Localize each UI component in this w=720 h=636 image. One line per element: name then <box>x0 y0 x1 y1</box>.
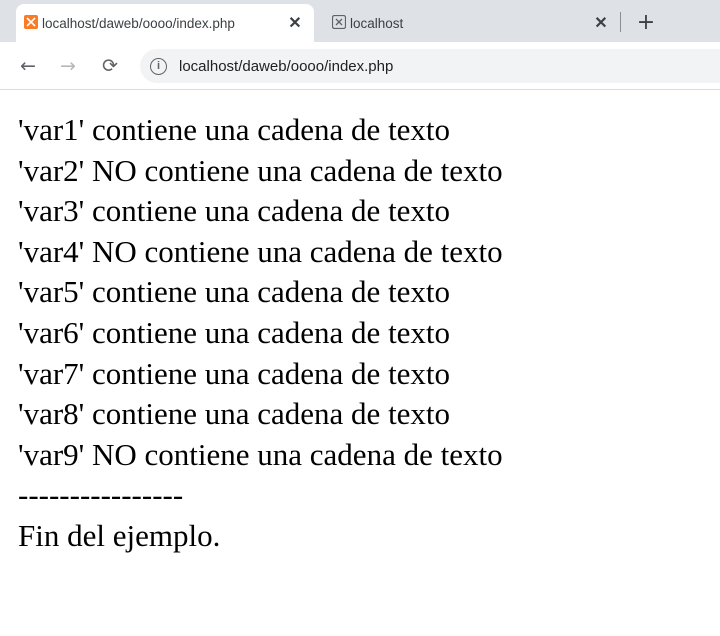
output-line: 'var3' contiene una cadena de texto <box>18 193 451 229</box>
tab-title: localhost <box>350 15 404 31</box>
output-line: 'var5' contiene una cadena de texto <box>18 274 451 310</box>
output-line: 'var9' NO contiene una cadena de texto <box>18 436 503 472</box>
tab-strip: localhost/daweb/oooo/index.php ✕ localho… <box>0 0 720 42</box>
output-line: 'var1' contiene una cadena de texto <box>18 112 451 147</box>
output-line: 'var6' contiene una cadena de texto <box>18 314 451 350</box>
close-tab-icon[interactable]: ✕ <box>592 14 610 32</box>
tab-active[interactable]: localhost/daweb/oooo/index.php ✕ <box>16 4 314 42</box>
tab-divider <box>620 12 621 32</box>
url-text[interactable]: localhost/daweb/oooo/index.php <box>179 58 393 75</box>
address-bar[interactable]: i localhost/daweb/oooo/index.php <box>140 49 720 83</box>
xampp-favicon-icon <box>332 15 346 29</box>
xampp-favicon-icon <box>24 15 38 29</box>
output-line: 'var7' contiene una cadena de texto <box>18 355 451 391</box>
separator-line: ---------------- <box>18 477 184 513</box>
site-info-icon[interactable]: i <box>150 57 167 75</box>
footer-text: Fin del ejemplo. <box>18 517 221 553</box>
forward-button[interactable]: → <box>54 52 82 80</box>
back-button[interactable]: ← <box>14 52 42 80</box>
reload-button[interactable]: ⟳ <box>96 52 124 80</box>
browser-toolbar: ← → ⟳ i localhost/daweb/oooo/index.php <box>0 42 720 90</box>
page-content: 'var1' contiene una cadena de texto 'var… <box>18 110 708 557</box>
close-tab-icon[interactable]: ✕ <box>286 14 304 32</box>
output-line: 'var8' contiene una cadena de texto <box>18 396 451 432</box>
output-line: 'var4' NO contiene una cadena de texto <box>18 233 503 269</box>
tab-title: localhost/daweb/oooo/index.php <box>42 15 235 31</box>
output-line: 'var2' NO contiene una cadena de texto <box>18 152 503 188</box>
tab-inactive[interactable]: localhost ✕ <box>324 4 620 42</box>
new-tab-button[interactable]: + <box>632 8 660 36</box>
